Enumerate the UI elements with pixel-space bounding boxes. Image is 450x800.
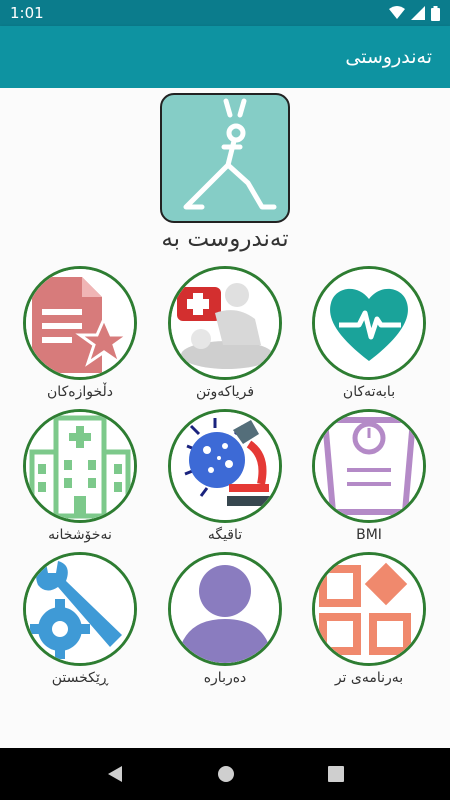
tile-circle	[312, 552, 426, 666]
tile-label: بەرنامەی تر	[334, 670, 404, 686]
main-content: تەندروست بە بابەتەکان فریاکەوتن دڵخوازەک…	[0, 88, 450, 748]
tile-hospital[interactable]: نەخۆشخانە	[20, 409, 140, 543]
tile-lab[interactable]: تاقیگە	[165, 409, 285, 543]
tile-label: BMI	[356, 527, 382, 543]
tile-label: فریاکەوتن	[195, 384, 255, 400]
tile-circle	[312, 409, 426, 523]
status-time: 1:01	[10, 4, 44, 22]
tile-circle	[23, 409, 137, 523]
hospital-icon	[26, 412, 134, 520]
back-icon[interactable]	[106, 765, 124, 783]
tile-circle	[168, 266, 282, 380]
tile-topics[interactable]: بابەتەکان	[309, 266, 429, 400]
tile-other-apps[interactable]: بەرنامەی تر	[309, 552, 429, 686]
tile-label: ڕێکخستن	[51, 670, 109, 686]
other-apps-icon	[315, 555, 423, 663]
status-icons	[389, 5, 440, 21]
first-aid-icon	[171, 269, 279, 377]
hero-title: تەندروست بە	[161, 226, 289, 252]
wifi-icon	[389, 6, 405, 19]
tile-label: دڵخوازەکان	[47, 384, 113, 400]
heart-pulse-icon	[315, 269, 423, 377]
favorites-document-icon	[26, 269, 134, 377]
about-user-icon	[171, 555, 279, 663]
tile-label: تاقیگە	[207, 527, 243, 543]
app-bar: تەندروستی	[0, 26, 450, 88]
tile-circle	[312, 266, 426, 380]
status-bar: 1:01	[0, 0, 450, 26]
tile-circle	[23, 552, 137, 666]
tile-circle	[168, 409, 282, 523]
tile-circle	[23, 266, 137, 380]
tile-first-aid[interactable]: فریاکەوتن	[165, 266, 285, 400]
tile-circle	[168, 552, 282, 666]
signal-icon	[411, 6, 425, 20]
yoga-pose-icon	[183, 98, 277, 210]
tile-settings[interactable]: ڕێکخستن	[20, 552, 140, 686]
tile-about[interactable]: دەربارە	[165, 552, 285, 686]
tile-bmi[interactable]: BMI	[309, 409, 429, 543]
recents-icon[interactable]	[327, 766, 344, 782]
lab-microscope-icon	[171, 412, 279, 520]
tile-label: نەخۆشخانە	[48, 527, 112, 543]
hero-yoga-button[interactable]	[160, 93, 290, 223]
settings-tools-icon	[26, 555, 134, 663]
tile-label: بابەتەکان	[342, 384, 396, 400]
battery-icon	[431, 5, 440, 21]
tile-favorites[interactable]: دڵخوازەکان	[20, 266, 140, 400]
system-nav-bar	[0, 748, 450, 800]
home-icon[interactable]	[217, 765, 235, 783]
tile-label: دەربارە	[203, 670, 247, 686]
app-title: تەندروستی	[345, 46, 432, 68]
scale-icon	[315, 412, 423, 520]
